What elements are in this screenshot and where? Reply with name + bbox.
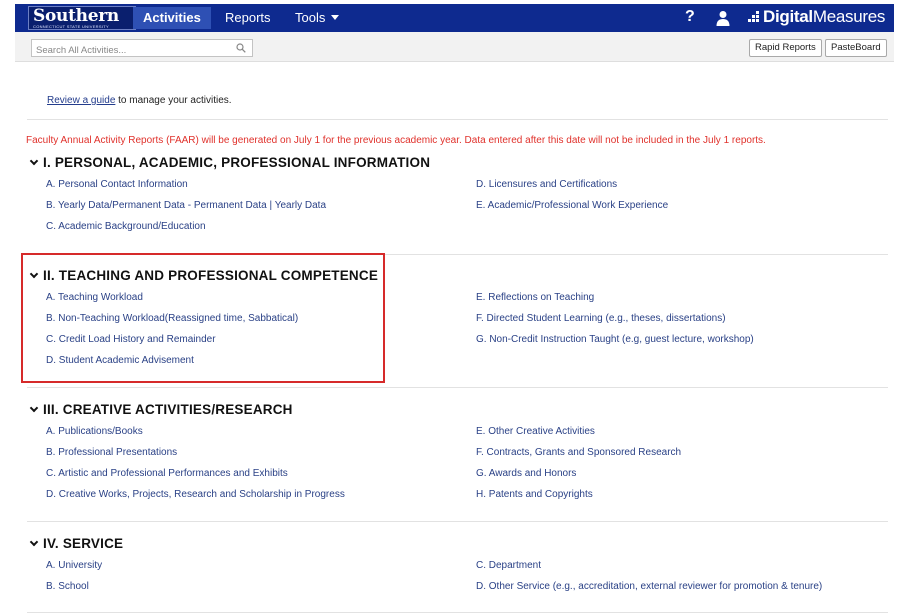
toolbar: Rapid Reports PasteBoard (15, 32, 894, 62)
section-title: IV. SERVICE (43, 536, 124, 551)
link-publications[interactable]: A. Publications/Books (46, 426, 143, 437)
chevron-down-icon[interactable] (29, 403, 39, 413)
link-reflections-teaching[interactable]: E. Reflections on Teaching (476, 292, 594, 303)
link-school[interactable]: B. School (46, 581, 89, 592)
link-yearly-data[interactable]: Yearly Data (275, 200, 326, 211)
section-title: III. CREATIVE ACTIVITIES/RESEARCH (43, 402, 293, 417)
link-licensures[interactable]: D. Licensures and Certifications (476, 179, 617, 190)
logo-subtitle: CONNECTICUT STATE UNIVERSITY (33, 24, 109, 29)
separator: | (269, 200, 273, 211)
review-guide-link[interactable]: Review a guide (47, 95, 115, 106)
help-icon[interactable]: ? (685, 8, 695, 26)
tab-tools[interactable]: Tools (285, 7, 349, 29)
rapid-reports-button[interactable]: Rapid Reports (749, 39, 822, 57)
highlight-box (21, 253, 385, 383)
divider (27, 387, 888, 388)
link-other-creative[interactable]: E. Other Creative Activities (476, 426, 595, 437)
divider (27, 521, 888, 522)
link-work-experience[interactable]: E. Academic/Professional Work Experience (476, 200, 668, 211)
link-permanent-data[interactable]: B. Yearly Data/Permanent Data - Permanen… (46, 200, 267, 211)
link-creative-works[interactable]: D. Creative Works, Projects, Research an… (46, 489, 345, 500)
brand-suffix: Measures (812, 7, 886, 26)
brand-dots-icon (748, 9, 762, 23)
search-input[interactable] (32, 42, 227, 59)
search-icon[interactable] (236, 43, 246, 53)
link-awards[interactable]: G. Awards and Honors (476, 468, 576, 479)
link-personal-contact[interactable]: A. Personal Contact Information (46, 179, 188, 190)
link-academic-background[interactable]: C. Academic Background/Education (46, 221, 206, 232)
brand-prefix: Digital (763, 7, 813, 26)
guide-text: Review a guide to manage your activities… (47, 95, 232, 106)
link-contracts-grants[interactable]: F. Contracts, Grants and Sponsored Resea… (476, 447, 681, 458)
tab-tools-label: Tools (295, 10, 326, 25)
chevron-down-icon[interactable] (29, 156, 39, 166)
top-nav-bar: Southern CONNECTICUT STATE UNIVERSITY Ac… (15, 4, 894, 32)
tab-activities[interactable]: Activities (133, 7, 211, 29)
tab-reports[interactable]: Reports (215, 7, 281, 29)
section-service[interactable]: IV. SERVICE (29, 536, 124, 551)
link-other-service[interactable]: D. Other Service (e.g., accreditation, e… (476, 581, 822, 592)
chevron-down-icon[interactable] (29, 537, 39, 547)
link-yearly-permanent-data: B. Yearly Data/Permanent Data - Permanen… (46, 200, 326, 211)
section-title: I. PERSONAL, ACADEMIC, PROFESSIONAL INFO… (43, 155, 431, 170)
southern-logo[interactable]: Southern CONNECTICUT STATE UNIVERSITY (28, 6, 136, 30)
user-icon[interactable] (715, 10, 731, 26)
link-presentations[interactable]: B. Professional Presentations (46, 447, 177, 458)
divider (27, 612, 888, 613)
section-personal-information[interactable]: I. PERSONAL, ACADEMIC, PROFESSIONAL INFO… (29, 155, 431, 170)
logo-text: Southern (33, 6, 119, 26)
link-department[interactable]: C. Department (476, 560, 541, 571)
chevron-down-icon (331, 15, 340, 20)
search-box[interactable] (31, 39, 253, 59)
link-patents[interactable]: H. Patents and Copyrights (476, 489, 593, 500)
link-non-credit-instruction[interactable]: G. Non-Credit Instruction Taught (e.g, g… (476, 334, 754, 345)
digital-measures-logo: DigitalMeasures (748, 7, 885, 27)
section-creative-research[interactable]: III. CREATIVE ACTIVITIES/RESEARCH (29, 402, 293, 417)
faar-notice: Faculty Annual Activity Reports (FAAR) w… (26, 135, 766, 146)
divider (27, 119, 888, 120)
guide-description: to manage your activities. (115, 95, 232, 106)
link-performances[interactable]: C. Artistic and Professional Performance… (46, 468, 288, 479)
link-directed-learning[interactable]: F. Directed Student Learning (e.g., thes… (476, 313, 726, 324)
link-university[interactable]: A. University (46, 560, 102, 571)
pasteboard-button[interactable]: PasteBoard (825, 39, 887, 57)
